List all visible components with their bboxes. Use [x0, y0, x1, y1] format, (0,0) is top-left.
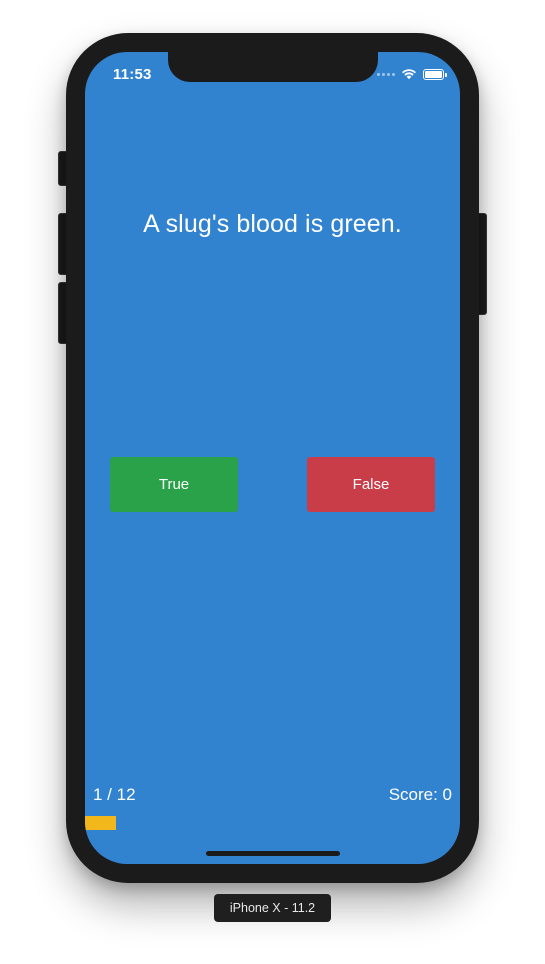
notch: [168, 52, 378, 82]
status-time: 11:53: [113, 66, 152, 83]
simulator-stage: 11:53 A slug's blood is green. True Fals…: [0, 0, 545, 964]
true-button[interactable]: True: [110, 457, 238, 512]
device-label: iPhone X - 11.2: [214, 894, 331, 922]
status-icons: [377, 68, 447, 80]
question-text: A slug's blood is green.: [143, 210, 402, 238]
battery-icon: [423, 68, 447, 80]
question-progress-label: 1 / 12: [93, 785, 136, 804]
wifi-icon: [402, 69, 416, 80]
score-label: Score: 0: [388, 785, 452, 804]
false-button[interactable]: False: [307, 457, 435, 512]
home-indicator[interactable]: [206, 851, 340, 856]
progress-bar: [85, 816, 460, 830]
app-screen: 11:53 A slug's blood is green. True Fals…: [85, 52, 460, 864]
progress-bar-fill: [85, 816, 117, 830]
signal-dots-icon: [377, 72, 395, 76]
